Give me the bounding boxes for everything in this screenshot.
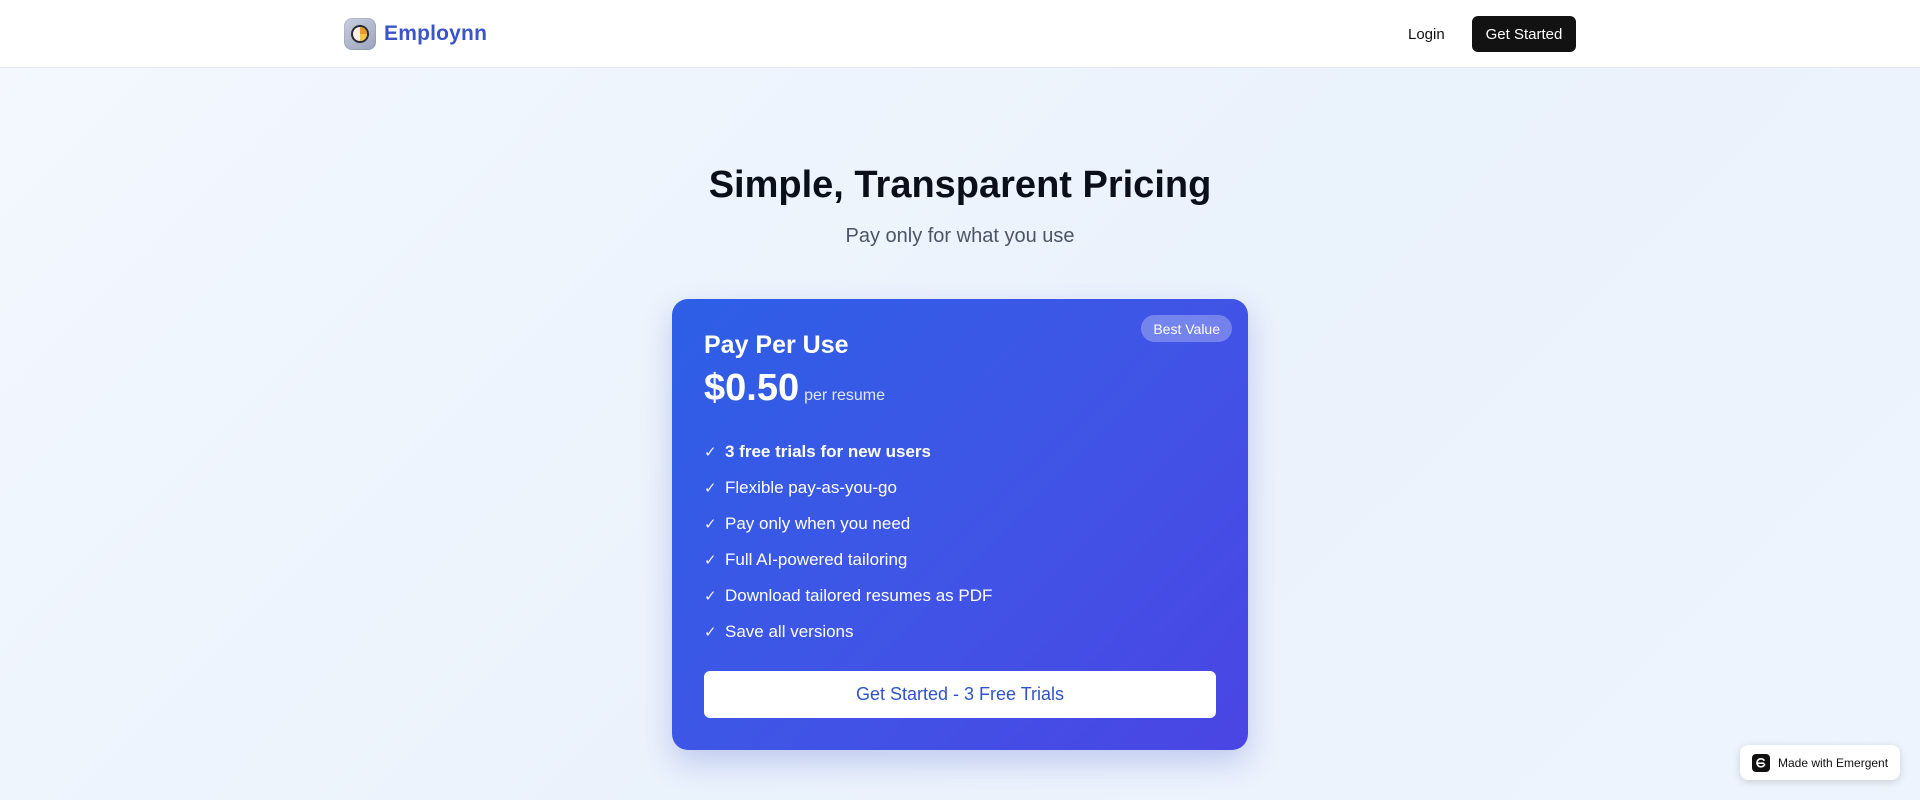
page-title: Simple, Transparent Pricing	[708, 164, 1212, 206]
get-started-button[interactable]: Get Started	[1472, 16, 1576, 52]
check-icon: ✓	[704, 516, 717, 533]
price-row: $0.50 per resume	[704, 367, 885, 410]
emergent-logo-icon	[1752, 753, 1770, 772]
feature-list: ✓ 3 free trials for new users ✓ Flexible…	[704, 434, 992, 650]
feature-text: Download tailored resumes as PDF	[725, 586, 993, 605]
check-icon: ✓	[704, 588, 717, 605]
brand[interactable]: Employnn	[344, 18, 487, 50]
best-value-badge: Best Value	[1141, 315, 1232, 342]
feature-item: ✓ Download tailored resumes as PDF	[704, 578, 992, 614]
check-icon: ✓	[704, 552, 717, 569]
feature-text: Pay only when you need	[725, 514, 911, 533]
feature-item: ✓ 3 free trials for new users	[704, 434, 992, 470]
feature-text: 3 free trials for new users	[725, 442, 931, 461]
free-trials-button[interactable]: Get Started - 3 Free Trials	[704, 671, 1216, 718]
feature-text: Flexible pay-as-you-go	[725, 478, 897, 497]
plan-name: Pay Per Use	[704, 331, 849, 359]
login-button[interactable]: Login	[1392, 16, 1461, 52]
check-icon: ✓	[704, 444, 717, 461]
feature-item: ✓ Pay only when you need	[704, 506, 992, 542]
pricing-card: Best Value Pay Per Use $0.50 per resume …	[672, 299, 1248, 750]
feature-text: Full AI-powered tailoring	[725, 550, 908, 569]
check-icon: ✓	[704, 624, 717, 641]
feature-item: ✓ Full AI-powered tailoring	[704, 542, 992, 578]
plan-price: $0.50	[704, 367, 800, 409]
feature-text: Save all versions	[725, 622, 854, 641]
check-icon: ✓	[704, 480, 717, 497]
made-with-label: Made with Emergent	[1778, 755, 1889, 770]
top-navbar: Employnn Login Get Started	[0, 0, 1920, 68]
brand-name: Employnn	[384, 22, 488, 45]
price-unit: per resume	[804, 387, 886, 404]
made-with-emergent-badge[interactable]: Made with Emergent	[1740, 745, 1900, 780]
feature-item: ✓ Save all versions	[704, 614, 992, 650]
chart-pie-icon	[344, 18, 376, 50]
feature-item: ✓ Flexible pay-as-you-go	[704, 470, 992, 506]
page-subtitle: Pay only for what you use	[845, 225, 1075, 247]
